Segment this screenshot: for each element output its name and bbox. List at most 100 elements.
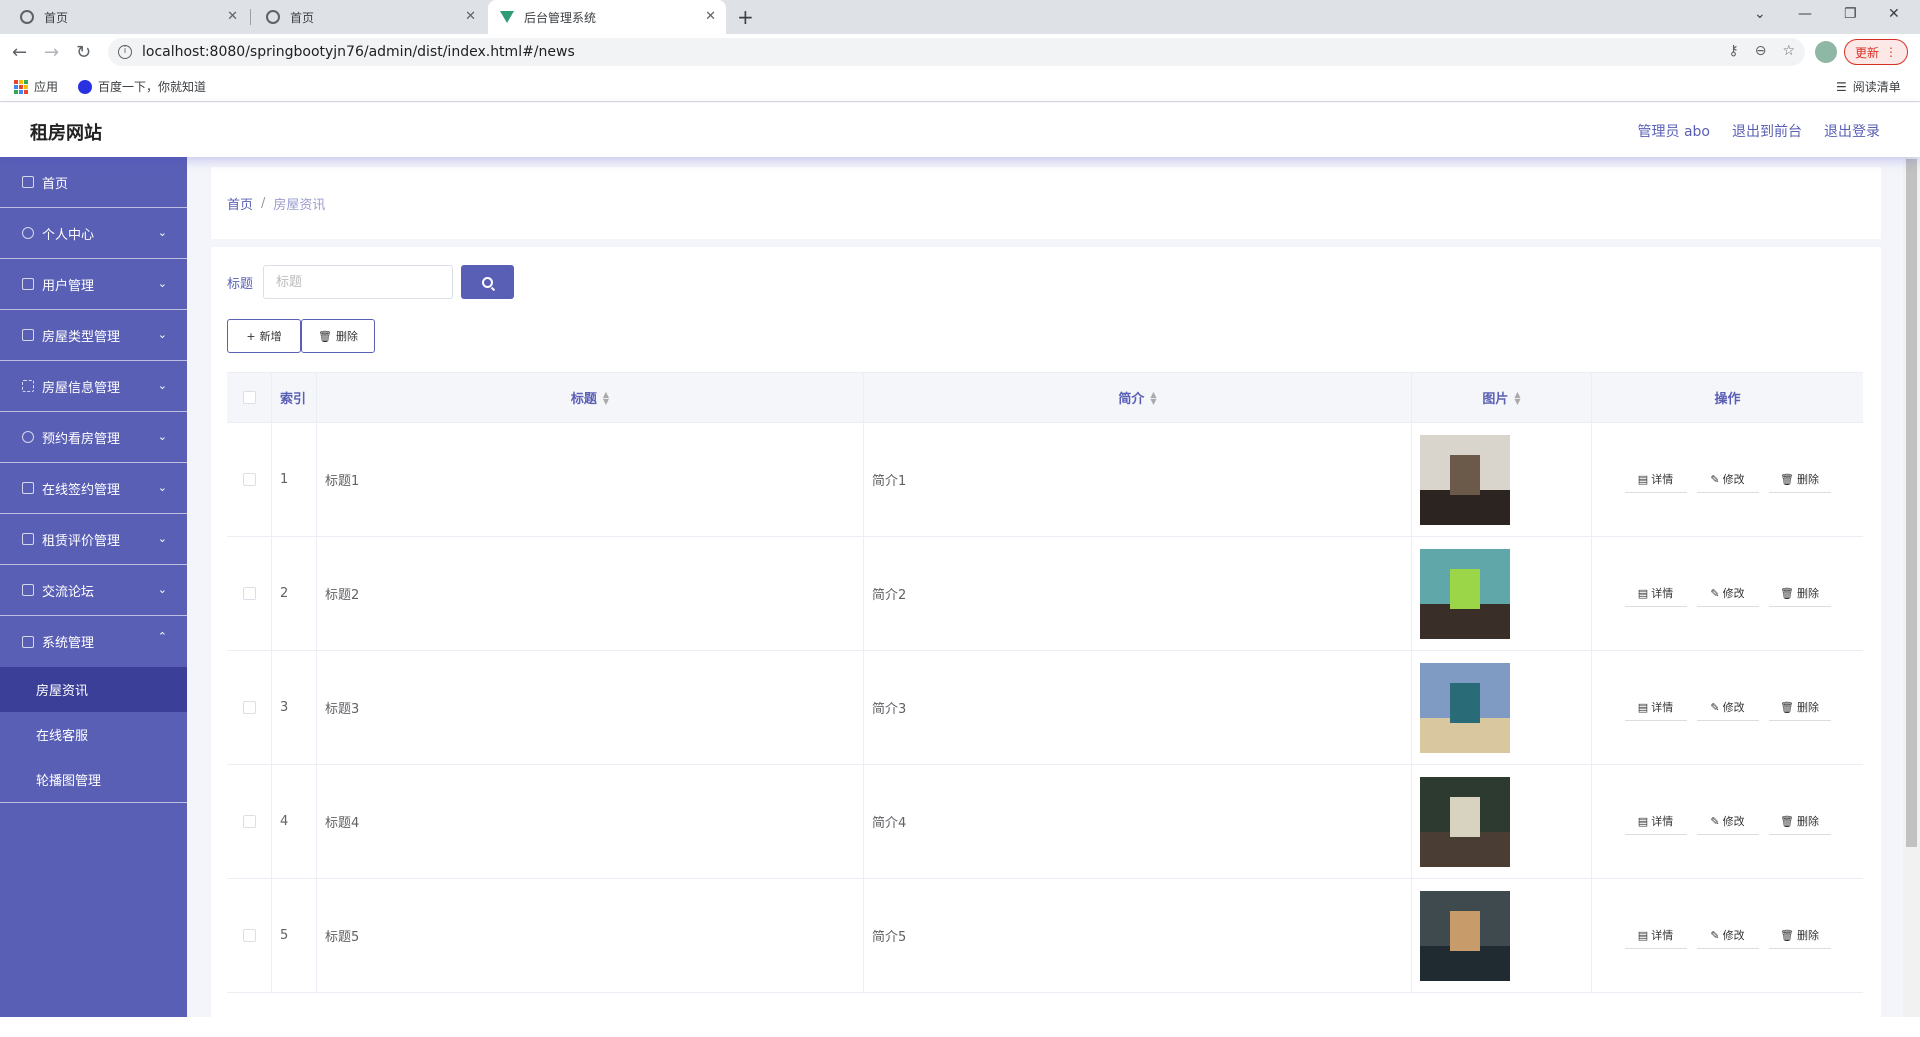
edit-button[interactable]: ✎ 修改 [1696,580,1759,607]
edit-button[interactable]: ✎ 修改 [1696,694,1759,721]
site-info-icon[interactable]: i [118,45,132,59]
house-photo-thumbnail[interactable] [1420,776,1510,867]
page-scrollbar[interactable] [1903,157,1920,1017]
browser-tab[interactable]: 首页 ✕ [8,0,248,34]
bookmark-label: 应用 [34,80,59,94]
new-tab-button[interactable]: + [737,5,754,29]
delete-button[interactable]: 🗑 删除 [1768,922,1831,949]
close-icon[interactable]: ✕ [227,9,238,24]
sidebar-subitem-chat[interactable]: 在线客服 [0,712,187,757]
restore-icon[interactable]: ❐ [1844,6,1857,22]
add-label: 新增 [259,330,282,343]
sort-icon[interactable]: ▲ ▼ [1514,390,1520,405]
row-checkbox[interactable] [242,815,256,828]
close-icon[interactable]: ✕ [465,9,476,24]
detail-button[interactable]: ▤ 详情 [1624,580,1687,607]
tab-search-icon[interactable]: ⌄ [1754,6,1766,22]
house-photo-thumbnail[interactable] [1420,434,1510,525]
sort-icon[interactable]: ▲ ▼ [603,390,609,405]
search-icon [482,276,494,288]
house-photo-thumbnail[interactable] [1420,890,1510,981]
row-checkbox-cell [227,537,272,650]
header-desc[interactable]: 简介 ▲ ▼ [864,373,1412,422]
scrollbar-thumb[interactable] [1906,159,1917,847]
edit-button[interactable]: ✎ 修改 [1696,466,1759,493]
row-desc: 简介5 [864,879,1412,992]
address-bar[interactable]: i localhost:8080/springbootyjn76/admin/d… [108,38,1805,66]
sidebar-item-home[interactable]: 首页 [0,157,187,208]
minimize-icon[interactable]: — [1798,6,1812,22]
delete-button[interactable]: 🗑 删除 [1768,580,1831,607]
bookmark-baidu[interactable]: 百度一下，你就知道 [78,78,206,95]
key-icon[interactable]: ⚷ [1728,43,1738,59]
forward-icon[interactable]: → [44,42,59,63]
sidebar-item-house-types[interactable]: 房屋类型管理 ⌄ [0,310,187,361]
sidebar-item-profile[interactable]: 个人中心 ⌄ [0,208,187,259]
trash-icon: 🗑 [1780,814,1794,828]
sidebar-item-viewing[interactable]: 预约看房管理 ⌄ [0,412,187,463]
back-icon[interactable]: ← [12,42,27,63]
header-title[interactable]: 标题 ▲ ▼ [317,373,864,422]
row-checkbox[interactable] [242,587,256,600]
add-button[interactable]: + 新增 [227,319,301,353]
sidebar-item-label: 房屋类型管理 [42,329,121,345]
pencil-icon: ✎ [1710,814,1720,828]
chevron-down-icon: ⌄ [157,583,167,596]
plus-icon: + [246,329,256,343]
sidebar-item-reviews[interactable]: 租赁评价管理 ⌄ [0,514,187,565]
tab-divider [250,9,251,25]
breadcrumb-home[interactable]: 首页 [227,194,253,213]
row-actions: ▤ 详情 ✎ 修改 🗑 删除 [1592,423,1863,536]
row-checkbox[interactable] [242,473,256,486]
close-icon[interactable]: ✕ [705,9,716,24]
header-image-label: 图片 [1482,392,1509,407]
sort-icon[interactable]: ▲ ▼ [1150,390,1156,405]
header-image[interactable]: 图片 ▲ ▼ [1412,373,1592,422]
sidebar-item-forum[interactable]: 交流论坛 ⌄ [0,565,187,616]
back-to-front-link[interactable]: 退出到前台 [1732,121,1802,141]
sidebar-subitem-carousel[interactable]: 轮播图管理 [0,757,187,802]
row-checkbox[interactable] [242,701,256,714]
profile-avatar[interactable] [1815,41,1837,63]
delete-button[interactable]: 🗑 删除 [1768,808,1831,835]
reading-list[interactable]: ☰ 阅读清单 [1836,78,1901,95]
bookmark-label: 百度一下，你就知道 [98,80,207,94]
detail-button[interactable]: ▤ 详情 [1624,466,1687,493]
sidebar-item-system[interactable]: 系统管理 ⌃ [0,616,187,667]
bookmark-apps[interactable]: 应用 [14,78,58,95]
system-submenu: 房屋资讯 在线客服 轮播图管理 [0,667,187,803]
row-image-cell [1412,879,1592,992]
row-title: 标题5 [317,879,864,992]
window-close-icon[interactable]: ✕ [1888,6,1900,22]
bookmark-star-icon[interactable]: ☆ [1782,43,1795,59]
update-button[interactable]: 更新 ⋮ [1844,39,1908,65]
detail-button[interactable]: ▤ 详情 [1624,922,1687,949]
detail-button[interactable]: ▤ 详情 [1624,808,1687,835]
sidebar-subitem-news[interactable]: 房屋资讯 [0,667,187,712]
news-table: 索引 标题 ▲ ▼ 简介 ▲ ▼ 图片 ▲ ▼ 操作 1 标题1 简介1 ▤ 详… [227,372,1863,993]
chevron-down-icon: ⌄ [157,430,167,443]
row-checkbox[interactable] [242,929,256,942]
browser-tab-active[interactable]: 后台管理系统 ✕ [488,0,726,34]
edit-button[interactable]: ✎ 修改 [1696,922,1759,949]
sidebar-item-contracts[interactable]: 在线签约管理 ⌄ [0,463,187,514]
zoom-icon[interactable]: ⊖ [1755,43,1767,59]
title-search-input[interactable] [263,265,454,299]
house-photo-thumbnail[interactable] [1420,662,1510,753]
sidebar-item-users[interactable]: 用户管理 ⌄ [0,259,187,310]
row-image-cell [1412,423,1592,536]
delete-button[interactable]: 🗑 删除 [1768,466,1831,493]
logout-link[interactable]: 退出登录 [1824,121,1880,141]
detail-button[interactable]: ▤ 详情 [1624,694,1687,721]
house-photo-thumbnail[interactable] [1420,548,1510,639]
select-all-checkbox[interactable] [242,391,256,404]
edit-button[interactable]: ✎ 修改 [1696,808,1759,835]
reload-icon[interactable]: ↻ [76,42,91,63]
browser-tab[interactable]: 首页 ✕ [254,0,486,34]
sidebar-item-house-info[interactable]: 房屋信息管理 ⌄ [0,361,187,412]
update-label: 更新 [1854,45,1879,60]
delete-button[interactable]: 🗑 删除 [1768,694,1831,721]
batch-delete-button[interactable]: 🗑 删除 [301,319,375,353]
search-button[interactable] [461,265,515,299]
document-icon: ▤ [1637,700,1649,714]
